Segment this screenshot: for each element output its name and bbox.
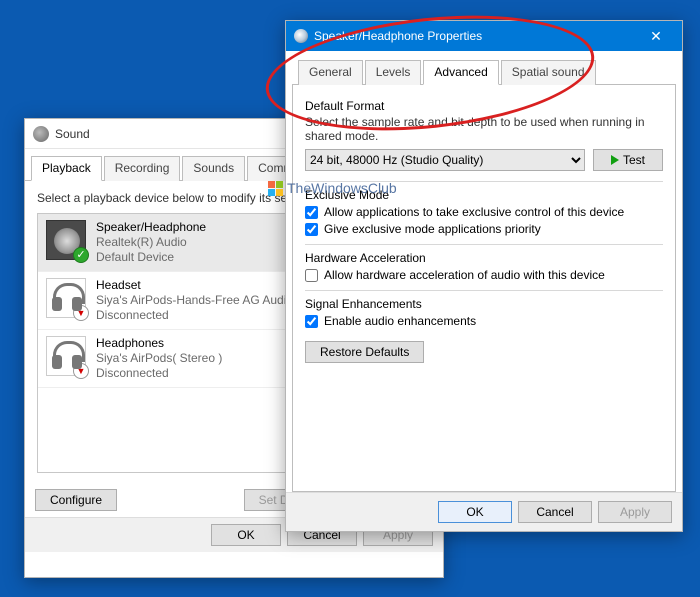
advanced-pane: Default Format Select the sample rate an… bbox=[292, 85, 676, 492]
sample-rate-select[interactable]: 24 bit, 48000 Hz (Studio Quality) bbox=[305, 149, 585, 171]
sound-title-text: Sound bbox=[55, 119, 90, 149]
exclusive-control-checkbox[interactable]: Allow applications to take exclusive con… bbox=[305, 205, 663, 219]
device-headphones-icon bbox=[46, 336, 86, 376]
apply-button[interactable]: Apply bbox=[598, 501, 672, 523]
configure-button[interactable]: Configure bbox=[35, 489, 117, 511]
properties-tabs: General Levels Advanced Spatial sound bbox=[292, 51, 676, 85]
ok-button[interactable]: OK bbox=[438, 501, 512, 523]
close-icon[interactable]: ✕ bbox=[634, 21, 678, 51]
status-disconnected-icon bbox=[73, 305, 89, 321]
tab-levels[interactable]: Levels bbox=[365, 60, 422, 85]
device-speaker-icon bbox=[46, 220, 86, 260]
tab-spatial-sound[interactable]: Spatial sound bbox=[501, 60, 596, 85]
tab-playback[interactable]: Playback bbox=[31, 156, 102, 181]
hardware-accel-title: Hardware Acceleration bbox=[305, 251, 663, 265]
speaker-icon bbox=[33, 126, 49, 142]
cancel-button[interactable]: Cancel bbox=[518, 501, 592, 523]
tab-advanced[interactable]: Advanced bbox=[423, 60, 498, 85]
play-icon bbox=[611, 155, 619, 165]
restore-defaults-button[interactable]: Restore Defaults bbox=[305, 341, 424, 363]
status-ok-icon bbox=[73, 247, 89, 263]
default-format-desc: Select the sample rate and bit depth to … bbox=[305, 115, 663, 143]
signal-enh-title: Signal Enhancements bbox=[305, 297, 663, 311]
properties-window: Speaker/Headphone Properties ✕ General L… bbox=[285, 20, 683, 532]
audio-enh-checkbox[interactable]: Enable audio enhancements bbox=[305, 314, 663, 328]
hardware-accel-checkbox[interactable]: Allow hardware acceleration of audio wit… bbox=[305, 268, 663, 282]
status-disconnected-icon bbox=[73, 363, 89, 379]
exclusive-priority-checkbox[interactable]: Give exclusive mode applications priorit… bbox=[305, 222, 663, 236]
exclusive-mode-title: Exclusive Mode bbox=[305, 188, 663, 202]
default-format-title: Default Format bbox=[305, 99, 663, 113]
device-headset-icon bbox=[46, 278, 86, 318]
ok-button[interactable]: OK bbox=[211, 524, 281, 546]
properties-titlebar[interactable]: Speaker/Headphone Properties ✕ bbox=[286, 21, 682, 51]
tab-general[interactable]: General bbox=[298, 60, 363, 85]
speaker-icon bbox=[294, 29, 308, 43]
test-button[interactable]: Test bbox=[593, 149, 663, 171]
tab-sounds[interactable]: Sounds bbox=[182, 156, 245, 181]
tab-recording[interactable]: Recording bbox=[104, 156, 181, 181]
properties-title-text: Speaker/Headphone Properties bbox=[314, 29, 482, 43]
properties-footer: OK Cancel Apply bbox=[286, 492, 682, 531]
